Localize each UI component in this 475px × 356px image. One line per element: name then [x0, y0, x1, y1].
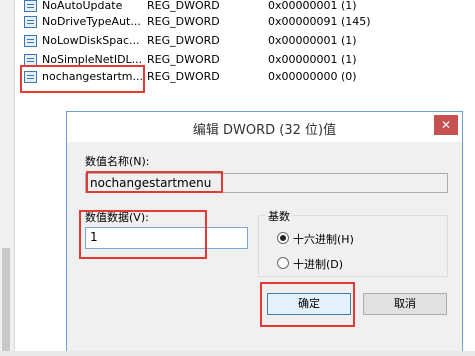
value-data: 0x00000001 (1) [268, 0, 357, 12]
value-data: 0x00000000 (0) [268, 70, 357, 83]
value-row[interactable]: NoLowDiskSpac... REG_DWORD 0x00000001 (1… [24, 32, 475, 50]
value-data: 0x00000001 (1) [268, 53, 357, 66]
radio-decimal[interactable] [277, 257, 289, 269]
ok-button[interactable]: 确定 [267, 293, 351, 315]
value-name: NoAutoUpdate [42, 0, 123, 12]
value-row[interactable]: NoSimpleNetIDL... REG_DWORD 0x00000001 (… [24, 51, 475, 69]
bottom-edge [0, 351, 475, 356]
value-data: 0x00000091 (145) [268, 15, 371, 28]
radio-decimal-label: 十进制(D) [293, 258, 344, 271]
dword-value-icon [24, 35, 37, 47]
dword-value-icon [24, 16, 37, 28]
value-data: 0x00000001 (1) [268, 34, 357, 47]
radio-hex[interactable] [277, 232, 289, 244]
value-type: REG_DWORD [147, 34, 220, 47]
close-button[interactable]: ✕ [434, 115, 458, 135]
tree-scrollbar[interactable] [2, 248, 10, 356]
dword-value-icon [24, 71, 37, 83]
cancel-button[interactable]: 取消 [363, 293, 447, 315]
base-group-label: 基数 [266, 208, 292, 224]
dialog-titlebar: 编辑 DWORD (32 位)值 ✕ [67, 112, 462, 142]
dialog-title: 编辑 DWORD (32 位)值 [192, 123, 337, 138]
value-data-label: 数值数据(V): [85, 211, 149, 224]
value-name: NoSimpleNetIDL... [42, 53, 143, 66]
value-row[interactable]: NoDriveTypeAut... REG_DWORD 0x00000091 (… [24, 13, 475, 31]
value-type: REG_DWORD [147, 70, 220, 83]
value-name: NoDriveTypeAut... [42, 15, 141, 28]
value-name-field: nochangestartmenu [85, 173, 448, 193]
value-type: REG_DWORD [147, 15, 220, 28]
radio-hex-label: 十六进制(H) [293, 233, 354, 246]
dword-value-icon [24, 0, 37, 12]
value-type: REG_DWORD [147, 53, 220, 66]
value-name-label: 数值名称(N): [85, 155, 150, 168]
edit-dword-dialog: 编辑 DWORD (32 位)值 ✕ 数值名称(N): nochangestar… [66, 111, 463, 356]
value-name: nochangestartm... [42, 70, 144, 83]
value-data-input[interactable]: 1 [85, 227, 248, 249]
value-row-selected[interactable]: nochangestartm... REG_DWORD 0x00000000 (… [24, 68, 475, 86]
value-type: REG_DWORD [147, 0, 220, 12]
value-name: NoLowDiskSpac... [42, 34, 140, 47]
dword-value-icon [24, 54, 37, 66]
